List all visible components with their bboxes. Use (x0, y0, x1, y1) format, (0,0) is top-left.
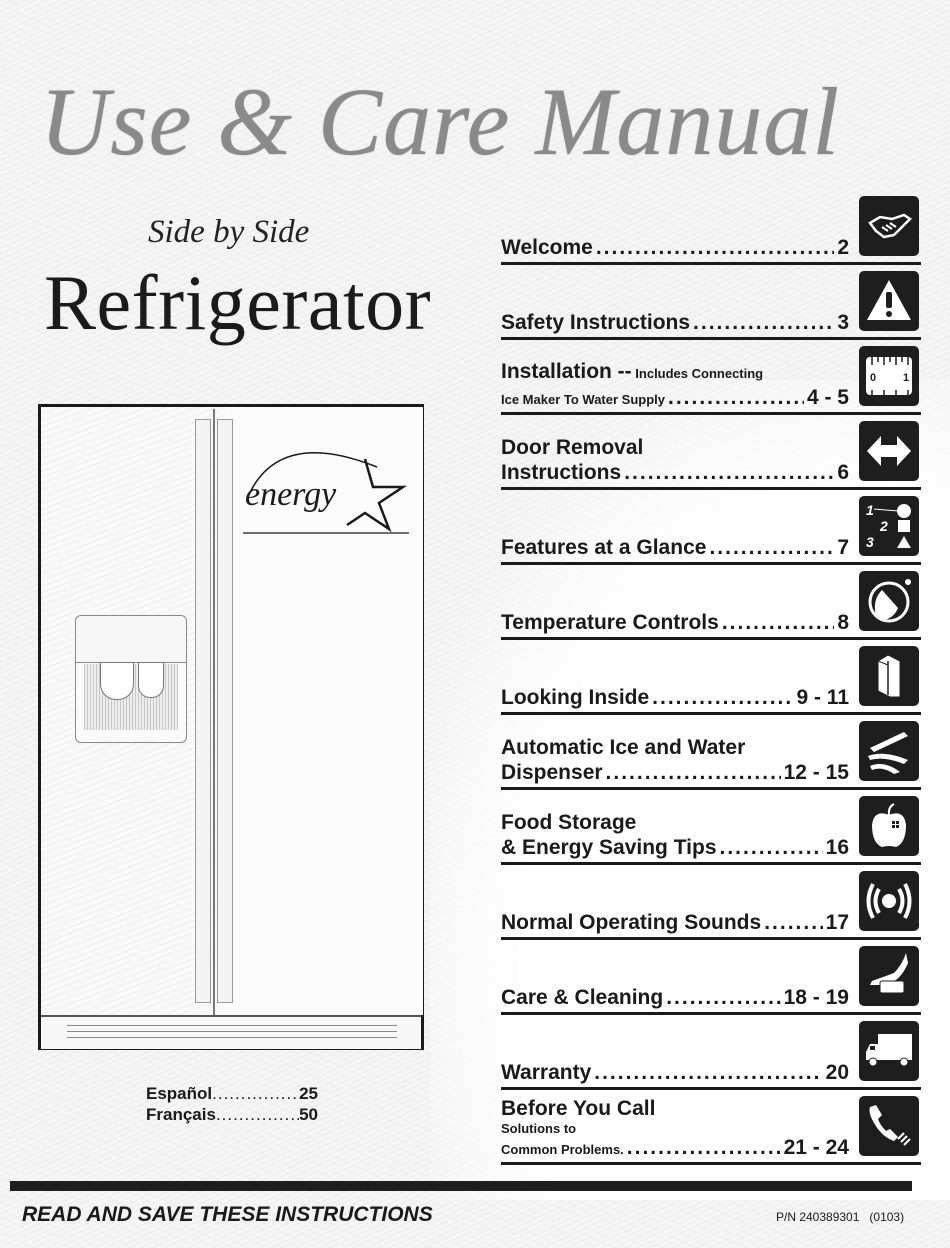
handshake-icon (859, 196, 919, 256)
toc-page-number: 8 (837, 611, 849, 634)
leader-dots: ........................................… (721, 611, 835, 634)
leader-dots: ........................................… (624, 461, 835, 484)
toc-entry-subtext: Solutions to (501, 1121, 577, 1136)
toc-page-number: 3 (837, 311, 849, 334)
language-index: Español ............................... … (146, 1083, 318, 1125)
manual-title: Use & Care Manual (40, 68, 841, 175)
footer-divider (10, 1181, 912, 1191)
table-of-contents: Welcome.................................… (501, 190, 921, 1165)
language-item-espanol[interactable]: Español ............................... … (146, 1083, 318, 1104)
ruler-icon: 01 (859, 346, 919, 406)
leader-dots: ........................................… (709, 536, 835, 559)
leader-dots: ........................................… (666, 986, 781, 1009)
sound-waves-icon (859, 871, 919, 931)
toc-entry-label: Ice Maker To Water Supply (501, 392, 665, 407)
language-item-francais[interactable]: Français ...............................… (146, 1104, 318, 1125)
warning-icon (859, 271, 919, 331)
svg-text:2: 2 (879, 518, 888, 534)
double-arrow-icon (859, 421, 919, 481)
ice-cubes-icon (859, 721, 919, 781)
leader-dots: ........................................… (595, 236, 835, 259)
toc-page-number: 18 - 19 (783, 986, 849, 1009)
leader-dots: ........................................… (652, 686, 794, 709)
toc-entry[interactable]: Before You Call Solutions to Common Proble… (501, 1090, 921, 1165)
door-seam (213, 409, 215, 1015)
toc-entry-heading: Door Removal (501, 436, 644, 459)
toc-entry[interactable]: Normal Operating Sounds.................… (501, 865, 921, 940)
toc-entry-heading: Installation -- Includes Connecting (501, 360, 764, 383)
numbered-shapes-icon: 123 (859, 496, 919, 556)
svg-text:energy: energy (245, 476, 337, 513)
leader-dots: ........................................… (668, 386, 804, 409)
ice-water-dispenser (75, 615, 187, 743)
toc-entry-label: & Energy Saving Tips (501, 836, 717, 859)
toc-page-number: 7 (837, 536, 849, 559)
leader-dots: ........................................… (693, 311, 835, 334)
read-save-notice: READ AND SAVE THESE INSTRUCTIONS (22, 1203, 433, 1226)
telephone-icon (859, 1096, 919, 1156)
toc-page-number: 9 - 11 (796, 686, 849, 709)
part-number: P/N 240389301 (0103) (776, 1210, 905, 1224)
leader-dots: ........................................… (626, 1136, 781, 1159)
toc-entry[interactable]: Automatic Ice and Water Dispenser........… (501, 715, 921, 790)
toc-entry[interactable]: Door Removal Instructions................… (501, 415, 921, 490)
hand-sponge-icon (859, 946, 919, 1006)
toc-entry-label: Warranty (501, 1061, 592, 1084)
toc-entry-label: Dispenser (501, 761, 603, 784)
toc-entry-label: Instructions (501, 461, 622, 484)
toc-page-number: 12 - 15 (783, 761, 849, 784)
toc-page-number: 21 - 24 (783, 1136, 849, 1159)
svg-text:1: 1 (903, 372, 909, 384)
svg-text:0: 0 (870, 372, 876, 384)
fridge-box-icon (859, 646, 919, 706)
dial-hand-icon (859, 571, 919, 631)
service-truck-icon (859, 1021, 919, 1081)
toc-page-number: 4 - 5 (806, 386, 849, 409)
leader-dots: ........................................… (764, 911, 822, 934)
energy-star-logo: energy (243, 452, 409, 534)
toc-page-number: 2 (837, 236, 849, 259)
toc-entry[interactable]: Looking Inside..........................… (501, 640, 921, 715)
svg-text:3: 3 (866, 534, 874, 550)
product-subtitle: Side by Side (148, 214, 310, 250)
toc-entry[interactable]: Welcome.................................… (501, 190, 921, 265)
leader-dots: ........................................… (594, 1061, 823, 1084)
toc-entry[interactable]: Safety Instructions.....................… (501, 265, 921, 340)
toc-entry[interactable]: Warranty................................… (501, 1015, 921, 1090)
leader-dots: ........................................… (605, 761, 781, 784)
toc-entry-label: Care & Cleaning (501, 986, 664, 1009)
product-title: Refrigerator (44, 259, 432, 346)
toc-entry-heading: Before You Call (501, 1097, 656, 1120)
toc-entry[interactable]: Features at a Glance....................… (501, 490, 921, 565)
toc-entry-heading: Automatic Ice and Water (501, 736, 746, 759)
toc-page-number: 16 (825, 836, 849, 859)
toc-page-number: 17 (825, 911, 849, 934)
toc-page-number: 20 (825, 1061, 849, 1084)
fridge-handle (217, 419, 233, 1003)
toc-entry[interactable]: Care & Cleaning.........................… (501, 940, 921, 1015)
toc-entry[interactable]: Temperature Controls....................… (501, 565, 921, 640)
toc-entry-label: Normal Operating Sounds (501, 911, 762, 934)
toc-entry[interactable]: Installation -- Includes Connecting Ice M… (501, 340, 921, 415)
apple-icon (859, 796, 919, 856)
toe-grille (41, 1015, 421, 1049)
svg-text:1: 1 (866, 502, 874, 518)
toc-entry-label: Looking Inside (501, 686, 650, 709)
freezer-handle (195, 419, 211, 1003)
refrigerator-illustration: energy (38, 404, 424, 1050)
toc-entry-label: Safety Instructions (501, 311, 691, 334)
leader-dots: ........................................… (719, 836, 823, 859)
toc-entry-heading: Food Storage (501, 811, 637, 834)
toc-entry-label: Features at a Glance (501, 536, 707, 559)
toc-entry-label: Common Problems. (501, 1142, 624, 1157)
toc-entry[interactable]: Food Storage & Energy Saving Tips........… (501, 790, 921, 865)
toc-entry-label: Temperature Controls (501, 611, 719, 634)
toc-page-number: 6 (837, 461, 849, 484)
toc-entry-label: Welcome (501, 236, 593, 259)
